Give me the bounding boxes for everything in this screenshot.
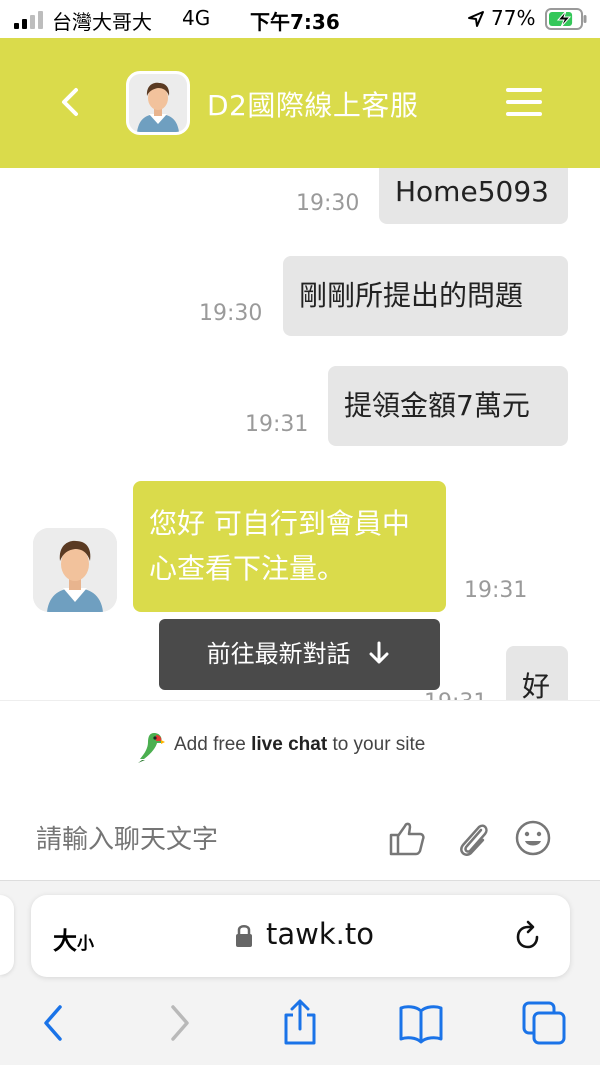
lock-icon	[236, 925, 252, 947]
hamburger-menu-icon[interactable]	[506, 88, 542, 118]
jump-button-label: 前往最新對話	[206, 640, 351, 668]
bookmarks-icon[interactable]	[397, 999, 445, 1047]
agent-avatar-header	[126, 71, 190, 135]
chat-header: D2國際線上客服	[0, 38, 600, 168]
parrot-logo-icon	[138, 733, 165, 763]
tawk-branding-link[interactable]: Add free live chat to your site	[0, 700, 600, 800]
url-text: tawk.to	[266, 917, 374, 951]
message-time: 19:31	[245, 412, 309, 437]
person-icon	[33, 528, 117, 612]
outgoing-message: 好	[506, 646, 568, 700]
branding-text: Add free live chat to your site	[174, 734, 425, 756]
outgoing-message: 提領金額7萬元	[328, 366, 568, 446]
tabs-icon[interactable]	[520, 999, 568, 1047]
browser-toolbar	[0, 999, 600, 1059]
outgoing-message: 剛剛所提出的問題	[283, 256, 568, 336]
branding-bold: live chat	[251, 734, 328, 755]
menu-line	[506, 88, 542, 92]
paperclip-icon[interactable]	[453, 818, 493, 858]
arrow-down-icon	[369, 641, 389, 664]
battery-percentage: 77%	[491, 6, 536, 30]
text-size-button[interactable]: 大小	[53, 921, 94, 956]
person-icon	[129, 74, 187, 132]
jump-to-latest-button[interactable]: 前往最新對話	[159, 619, 440, 690]
branding-suffix: to your site	[332, 734, 426, 755]
text-size-large: 大	[53, 927, 77, 955]
thumbs-up-icon[interactable]	[387, 818, 427, 858]
chat-message-input[interactable]	[36, 820, 366, 860]
network-type: 4G	[182, 6, 211, 30]
menu-line	[506, 112, 542, 116]
location-arrow-icon	[468, 11, 484, 27]
previous-tab-peek[interactable]	[0, 895, 14, 975]
forward-icon[interactable]	[155, 999, 203, 1047]
chat-widget: D2國際線上客服 Home5093 19:30 剛剛所提出的問題 19:30 提…	[0, 38, 600, 880]
message-time: 19:30	[199, 301, 263, 326]
cellular-signal-icon	[14, 11, 43, 29]
back-icon[interactable]	[30, 999, 78, 1047]
menu-line	[506, 100, 542, 104]
message-list[interactable]: Home5093 19:30 剛剛所提出的問題 19:30 提領金額7萬元 19…	[0, 168, 600, 700]
message-time: 19:31	[464, 578, 528, 603]
status-bar: 台灣大哥大 4G 下午7:36 77%	[0, 0, 600, 38]
clock: 下午7:36	[250, 10, 340, 34]
address-bar[interactable]: 大小 tawk.to	[31, 895, 570, 977]
back-chevron-icon[interactable]	[50, 82, 90, 122]
smiley-icon[interactable]	[513, 818, 553, 858]
branding-prefix: Add free	[174, 734, 246, 755]
reload-icon[interactable]	[512, 920, 544, 952]
message-composer	[0, 800, 600, 880]
battery-charging-icon	[545, 8, 587, 30]
share-icon[interactable]	[276, 999, 324, 1047]
browser-bottom-bar: 大小 tawk.to	[0, 880, 600, 1065]
incoming-message: 您好 可自行到會員中心查看下注量。	[133, 481, 446, 612]
text-size-small: 小	[77, 934, 94, 954]
chat-title: D2國際線上客服	[207, 89, 419, 122]
message-time: 19:31	[424, 690, 487, 700]
message-time: 19:30	[296, 191, 360, 216]
outgoing-message: Home5093	[379, 168, 568, 224]
agent-avatar	[33, 528, 117, 612]
carrier-name: 台灣大哥大	[52, 10, 152, 34]
